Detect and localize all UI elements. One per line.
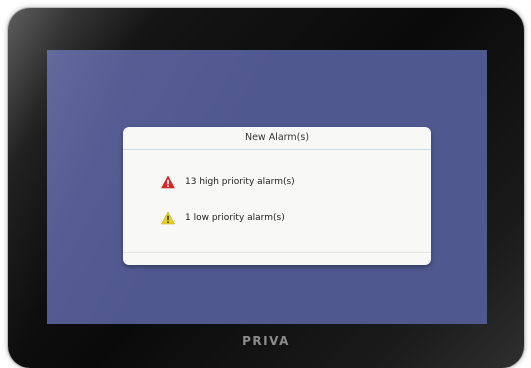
screen: New Alarm(s) 13 high priority alarm(s) 1… (47, 50, 487, 324)
low-priority-alarm-row[interactable]: 1 low priority alarm(s) (161, 210, 285, 226)
warning-triangle-yellow-icon (161, 211, 175, 225)
warning-triangle-red-icon (161, 175, 175, 189)
touch-panel-device: New Alarm(s) 13 high priority alarm(s) 1… (8, 8, 524, 368)
dialog-title: New Alarm(s) (123, 127, 431, 150)
high-priority-alarm-row[interactable]: 13 high priority alarm(s) (161, 174, 295, 190)
new-alarms-dialog[interactable]: New Alarm(s) 13 high priority alarm(s) 1… (123, 127, 431, 265)
high-priority-alarm-text: 13 high priority alarm(s) (185, 177, 295, 187)
dialog-footer (123, 252, 431, 265)
low-priority-alarm-text: 1 low priority alarm(s) (185, 213, 285, 223)
device-brand-logo: PRIVA (242, 334, 290, 348)
